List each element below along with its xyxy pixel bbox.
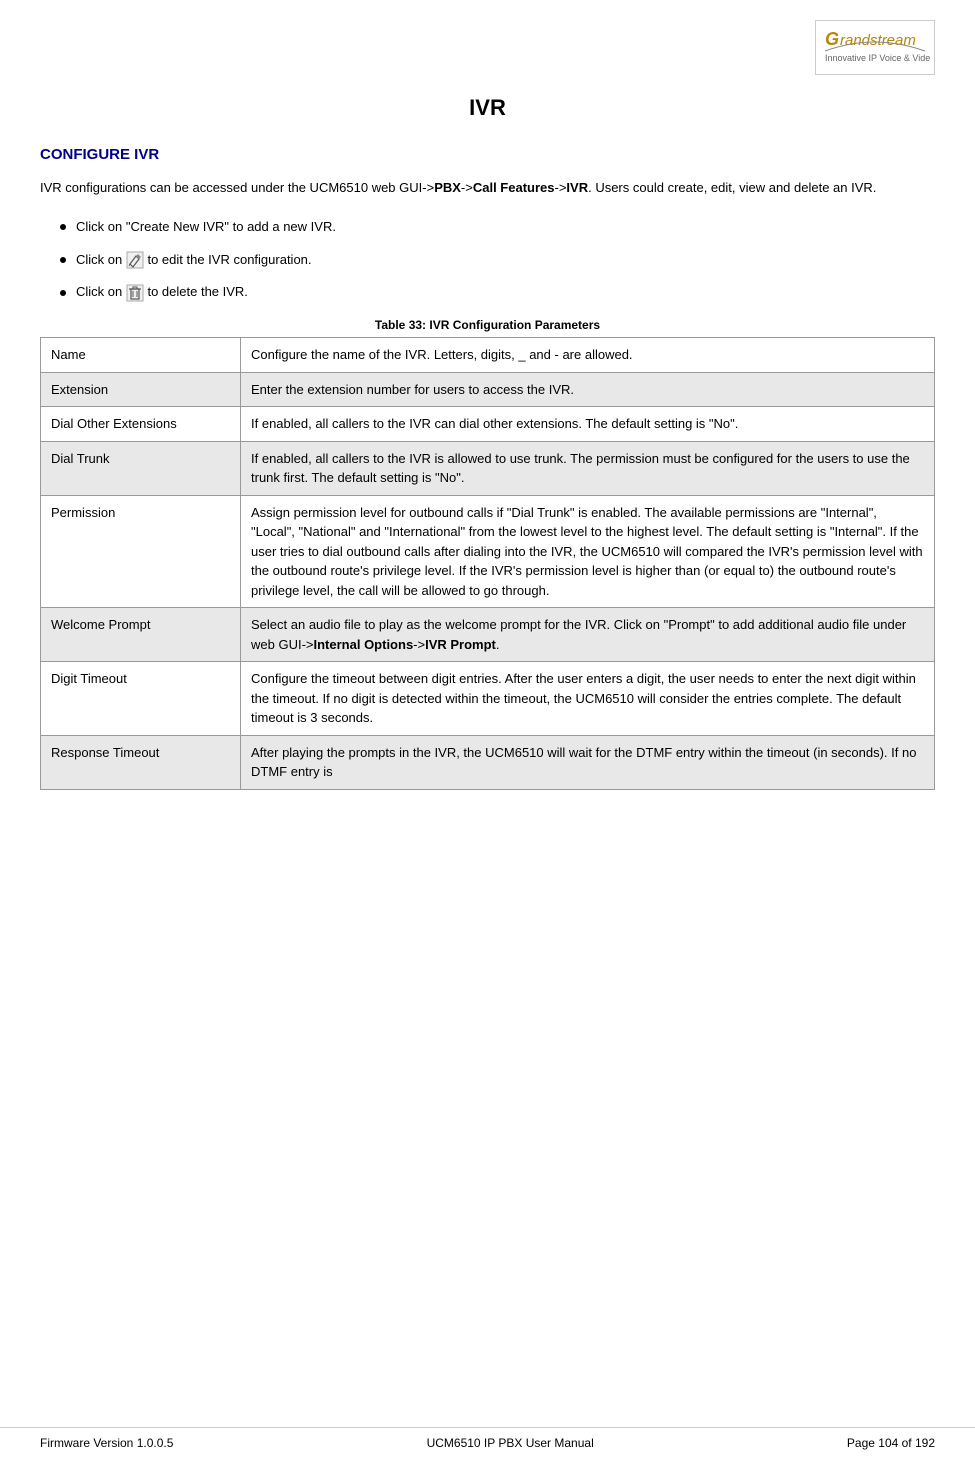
table-label-4: Permission	[41, 495, 241, 608]
footer-firmware: Firmware Version 1.0.0.5	[40, 1436, 173, 1450]
table-row: Response TimeoutAfter playing the prompt…	[41, 735, 935, 789]
table-label-1: Extension	[41, 372, 241, 407]
table-label-6: Digit Timeout	[41, 662, 241, 736]
table-row: Dial Other ExtensionsIf enabled, all cal…	[41, 407, 935, 442]
table-value-7: After playing the prompts in the IVR, th…	[241, 735, 935, 789]
table-value-0: Configure the name of the IVR. Letters, …	[241, 338, 935, 373]
table-value-3: If enabled, all callers to the IVR is al…	[241, 441, 935, 495]
svg-text:G: G	[825, 29, 839, 49]
table-row: ExtensionEnter the extension number for …	[41, 372, 935, 407]
table-title: Table 33: IVR Configuration Parameters	[40, 318, 935, 332]
bullet-dot-2	[60, 257, 66, 263]
section-heading: CONFIGURE IVR	[40, 146, 935, 163]
table-row: Digit TimeoutConfigure the timeout betwe…	[41, 662, 935, 736]
config-table: NameConfigure the name of the IVR. Lette…	[40, 337, 935, 790]
bullet-item-1: Click on "Create New IVR" to add a new I…	[60, 217, 935, 238]
page-title: IVR	[40, 95, 935, 121]
svg-text:Innovative IP Voice & Video: Innovative IP Voice & Video	[825, 53, 930, 63]
bullet-dot-3	[60, 290, 66, 296]
logo-area: G randstream Innovative IP Voice & Video	[40, 20, 935, 75]
bullet-text-2: Click on to edit the IVR configuration.	[76, 250, 312, 271]
table-row: PermissionAssign permission level for ou…	[41, 495, 935, 608]
table-value-1: Enter the extension number for users to …	[241, 372, 935, 407]
footer-page: Page 104 of 192	[847, 1436, 935, 1450]
table-value-6: Configure the timeout between digit entr…	[241, 662, 935, 736]
table-label-7: Response Timeout	[41, 735, 241, 789]
bullet-text-1: Click on "Create New IVR" to add a new I…	[76, 217, 336, 238]
table-row: NameConfigure the name of the IVR. Lette…	[41, 338, 935, 373]
table-label-3: Dial Trunk	[41, 441, 241, 495]
logo-box: G randstream Innovative IP Voice & Video	[815, 20, 935, 75]
table-label-0: Name	[41, 338, 241, 373]
bullet-item-2: Click on to edit the IVR configuration.	[60, 250, 935, 271]
table-value-4: Assign permission level for outbound cal…	[241, 495, 935, 608]
bullet-dot-1	[60, 224, 66, 230]
table-value-5: Select an audio file to play as the welc…	[241, 608, 935, 662]
table-value-2: If enabled, all callers to the IVR can d…	[241, 407, 935, 442]
trash-icon	[126, 284, 144, 302]
footer: Firmware Version 1.0.0.5 UCM6510 IP PBX …	[0, 1427, 975, 1450]
intro-paragraph: IVR configurations can be accessed under…	[40, 178, 935, 199]
footer-manual: UCM6510 IP PBX User Manual	[427, 1436, 594, 1450]
table-label-2: Dial Other Extensions	[41, 407, 241, 442]
bullet-item-3: Click on to delete the IVR.	[60, 282, 935, 303]
table-label-5: Welcome Prompt	[41, 608, 241, 662]
table-row: Dial TrunkIf enabled, all callers to the…	[41, 441, 935, 495]
bullet-list: Click on "Create New IVR" to add a new I…	[60, 217, 935, 303]
bullet-text-3: Click on to delete the IVR.	[76, 282, 248, 303]
table-row: Welcome PromptSelect an audio file to pl…	[41, 608, 935, 662]
pencil-icon	[126, 251, 144, 269]
svg-text:randstream: randstream	[840, 32, 916, 49]
